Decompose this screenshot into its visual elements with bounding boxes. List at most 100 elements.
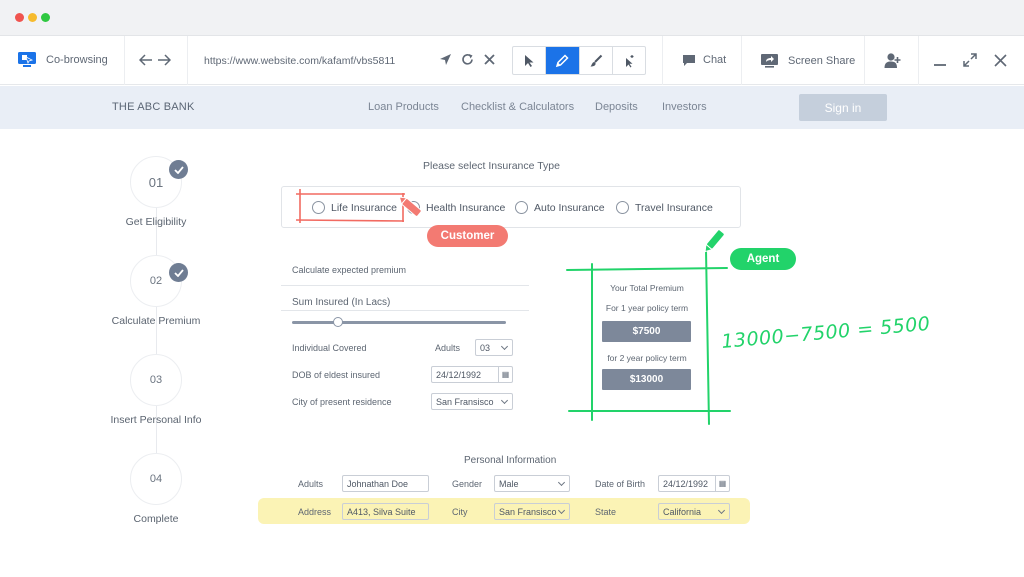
check-icon (169, 263, 188, 282)
term2-premium-button[interactable]: $13000 (602, 369, 691, 390)
signin-button[interactable]: Sign in (799, 94, 887, 121)
radio-travel-insurance[interactable]: Travel Insurance (616, 201, 713, 214)
step-1-label: Get Eligibility (125, 216, 187, 228)
pi-address-input[interactable]: A413, Silva Suite (342, 503, 429, 520)
close-icon[interactable] (992, 52, 1008, 68)
calendar-icon[interactable]: ▦ (715, 476, 729, 491)
pi-city-label: City (452, 507, 468, 517)
chevron-down-icon (500, 396, 509, 405)
screen-share-label[interactable]: Screen Share (788, 55, 855, 67)
window-titlebar (0, 0, 1024, 36)
brand-logo[interactable]: THE ABC BANK (112, 101, 194, 113)
pi-adults-label: Adults (298, 479, 324, 489)
pointer-icon[interactable] (513, 47, 547, 74)
input-value: 24/12/1992 (436, 369, 482, 380)
add-user-icon[interactable] (884, 51, 902, 69)
agent-pen-icon (704, 229, 725, 253)
pi-gender-select[interactable]: Male (494, 475, 570, 492)
step-4-circle[interactable]: 04 (130, 453, 182, 505)
window-maximize-button[interactable] (41, 13, 50, 22)
back-arrow-icon[interactable] (138, 53, 154, 67)
pi-dob-label: Date of Birth (595, 479, 646, 489)
select-value: San Fransisco (436, 396, 494, 407)
term1-label: For 1 year policy term (605, 303, 689, 313)
pi-city-select[interactable]: San Fransisco (494, 503, 570, 520)
pi-name-input[interactable]: Johnathan Doe (342, 475, 429, 492)
nav-checklist-calculators[interactable]: Checklist & Calculators (461, 101, 574, 113)
calendar-icon[interactable]: ▦ (498, 367, 512, 382)
url-field[interactable]: https://www.website.com/kafamf/vbs5811 (204, 55, 395, 67)
divider (281, 285, 529, 286)
radio-life-insurance[interactable]: Life Insurance (312, 201, 397, 214)
chat-icon[interactable] (681, 53, 696, 67)
laser-pointer-icon[interactable] (613, 47, 645, 74)
input-value: Johnathan Doe (347, 478, 409, 489)
forward-arrow-icon[interactable] (156, 53, 172, 67)
cobrowsing-icon[interactable] (17, 51, 37, 69)
site-navbar: THE ABC BANK Loan Products Checklist & C… (0, 86, 1024, 129)
step-2-label: Calculate Premium (111, 315, 201, 327)
radio-circle-icon (515, 201, 528, 214)
sum-insured-label: Sum Insured (In Lacs) (292, 297, 391, 308)
sum-insured-slider[interactable] (292, 321, 506, 324)
agent-tag: Agent (730, 248, 796, 270)
premium-form-title: Calculate expected premium (292, 265, 407, 275)
step-4-label: Complete (133, 513, 179, 525)
handwritten-note: 13000−7500 = 5500 (721, 313, 932, 353)
check-icon (169, 160, 188, 179)
select-value: California (663, 506, 702, 517)
divider (281, 310, 529, 311)
pi-gender-label: Gender (452, 479, 483, 489)
city-label: City of present residence (292, 397, 392, 407)
screen-share-icon[interactable] (759, 52, 779, 68)
individual-covered-label: Individual Covered (292, 343, 367, 353)
expand-icon[interactable] (962, 52, 978, 68)
select-value: Male (499, 478, 519, 489)
total-premium-title: Your Total Premium (610, 283, 684, 293)
pen-icon[interactable] (546, 47, 580, 74)
chevron-down-icon (500, 342, 509, 351)
window-close-button[interactable] (15, 13, 24, 22)
step-3-circle[interactable]: 03 (130, 354, 182, 406)
navigate-icon[interactable] (438, 52, 453, 67)
dob-input[interactable]: 24/12/1992 ▦ (431, 366, 513, 383)
chevron-down-icon (557, 478, 566, 487)
select-value: 03 (480, 342, 491, 353)
city-select[interactable]: San Fransisco (431, 393, 513, 410)
brush-icon[interactable] (580, 47, 613, 74)
window-minimize-button[interactable] (28, 13, 37, 22)
chat-label[interactable]: Chat (703, 54, 726, 66)
step-3-label: Insert Personal Info (110, 414, 202, 426)
customer-tag: Customer (427, 225, 508, 247)
reload-icon[interactable] (460, 52, 475, 67)
radio-label: Life Insurance (331, 201, 397, 214)
pi-state-select[interactable]: California (658, 503, 730, 520)
adults-select[interactable]: 03 (475, 339, 513, 356)
nav-deposits[interactable]: Deposits (595, 101, 638, 113)
radio-circle-icon (616, 201, 629, 214)
radio-circle-icon (312, 201, 325, 214)
slider-handle[interactable] (333, 317, 343, 327)
cobrowsing-label[interactable]: Co-browsing (46, 54, 108, 66)
nav-investors[interactable]: Investors (662, 101, 707, 113)
radio-health-insurance[interactable]: Health Insurance (407, 201, 505, 214)
close-url-icon[interactable] (482, 52, 497, 67)
pi-state-label: State (595, 507, 617, 517)
minimize-icon[interactable] (932, 54, 948, 68)
radio-auto-insurance[interactable]: Auto Insurance (515, 201, 605, 214)
chevron-down-icon (557, 506, 566, 515)
insurance-type-title: Please select Insurance Type (423, 160, 560, 172)
stepper-line (156, 200, 157, 480)
insurance-type-group: Life Insurance Health Insurance Auto Ins… (281, 186, 741, 228)
pi-address-label: Address (298, 507, 332, 517)
personal-info-title: Personal Information (464, 455, 557, 466)
nav-loan-products[interactable]: Loan Products (368, 101, 439, 113)
cobrowse-toolbar: Co-browsing https://www.website.com/kafa… (0, 36, 1024, 85)
annotation-tools (512, 46, 646, 75)
adults-label: Adults (435, 343, 461, 353)
radio-label: Travel Insurance (635, 201, 713, 214)
pi-dob-input[interactable]: 24/12/1992 ▦ (658, 475, 730, 492)
chevron-down-icon (717, 506, 726, 515)
input-value: A413, Silva Suite (347, 506, 416, 517)
term1-premium-button[interactable]: $7500 (602, 321, 691, 342)
